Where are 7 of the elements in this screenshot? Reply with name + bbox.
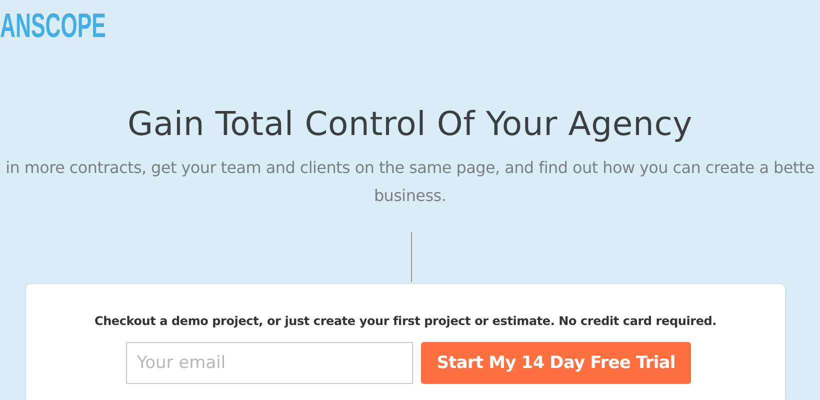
email-field[interactable]: Your email [126, 342, 413, 384]
free-trial-button[interactable]: Start My 14 Day Free Trial [421, 342, 691, 384]
subtitle-line: business. [374, 185, 446, 207]
hero-title: Gain Total Control Of Your Agency [127, 104, 693, 144]
subtitle-line: in more contracts, get your team and clients on the same page, and find out how you can create a bette [6, 157, 814, 179]
signup-note: Checkout a demo project, or just create your first project or estimate. No credit card required. [94, 313, 717, 329]
logo[interactable]: ANSCOPE [0, 8, 106, 44]
